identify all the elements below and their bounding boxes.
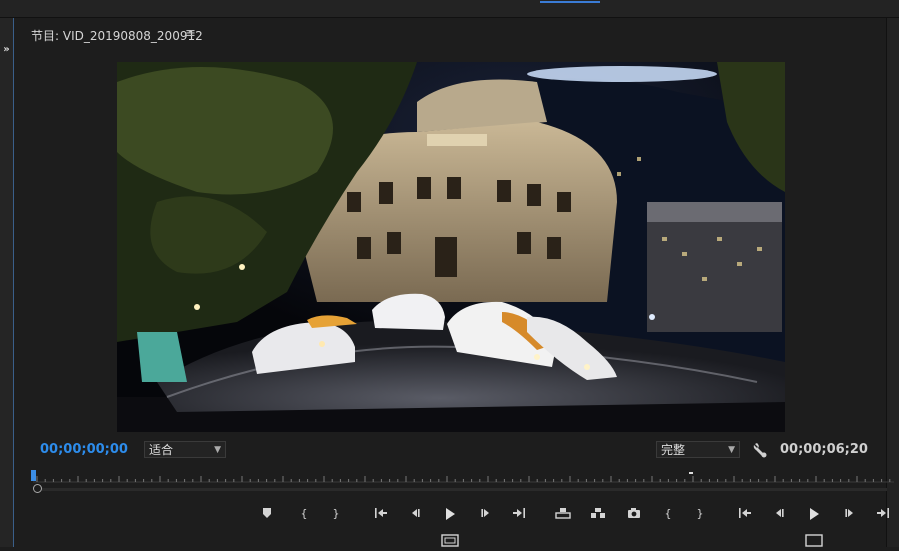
- chevron-down-icon: ▼: [728, 445, 735, 455]
- safe-margins-icon[interactable]: [441, 532, 459, 547]
- time-ruler[interactable]: [33, 468, 894, 488]
- settings-wrench-icon[interactable]: [752, 442, 768, 458]
- go-to-in-icon-secondary[interactable]: [736, 505, 754, 523]
- playback-resolution-value: 完整: [661, 443, 686, 457]
- go-to-out-icon[interactable]: [510, 505, 528, 523]
- mark-out-icon-secondary[interactable]: }: [691, 505, 709, 523]
- play-icon-secondary[interactable]: [805, 505, 823, 523]
- mark-out-icon[interactable]: }: [327, 505, 345, 523]
- duration-timecode: 00;00;06;20: [780, 442, 868, 457]
- step-back-icon[interactable]: [406, 505, 424, 523]
- play-icon[interactable]: [441, 505, 459, 523]
- zoom-level-select[interactable]: 适合 ▼: [144, 441, 226, 458]
- left-panel-edge: »: [0, 18, 14, 547]
- extract-icon[interactable]: [589, 505, 607, 523]
- step-back-icon-secondary[interactable]: [770, 505, 788, 523]
- zoom-scroll-bar[interactable]: [36, 488, 887, 491]
- step-forward-icon[interactable]: [477, 505, 495, 523]
- panel-menu-icon[interactable]: ≡: [185, 26, 196, 41]
- expand-panels-icon[interactable]: »: [0, 43, 13, 57]
- active-tab-indicator: [540, 0, 600, 3]
- program-video-frame[interactable]: [117, 62, 785, 432]
- go-to-out-icon-secondary[interactable]: [874, 505, 892, 523]
- chevron-down-icon: ▼: [214, 445, 221, 455]
- panel-title[interactable]: 节目: VID_20190808_200912: [31, 27, 203, 44]
- export-frame-icon[interactable]: [625, 505, 643, 523]
- zoom-scroll-handle[interactable]: [33, 484, 42, 493]
- program-monitor-header: 节目: VID_20190808_200912 ≡: [14, 18, 884, 48]
- top-tab-strip: [0, 0, 899, 18]
- go-to-in-icon[interactable]: [372, 505, 390, 523]
- step-forward-icon-secondary[interactable]: [841, 505, 859, 523]
- add-marker-icon[interactable]: [258, 505, 276, 523]
- mark-in-icon[interactable]: {: [295, 505, 313, 523]
- mark-in-icon-secondary[interactable]: {: [659, 505, 677, 523]
- safe-margins-icon-secondary[interactable]: [805, 532, 823, 547]
- playback-resolution-select[interactable]: 完整 ▼: [656, 441, 740, 458]
- lift-icon[interactable]: [554, 505, 572, 523]
- current-timecode[interactable]: 00;00;00;00: [40, 442, 128, 457]
- zoom-level-value: 适合: [149, 443, 174, 457]
- video-frame-image: [117, 62, 785, 432]
- playhead-marker[interactable]: [31, 470, 36, 481]
